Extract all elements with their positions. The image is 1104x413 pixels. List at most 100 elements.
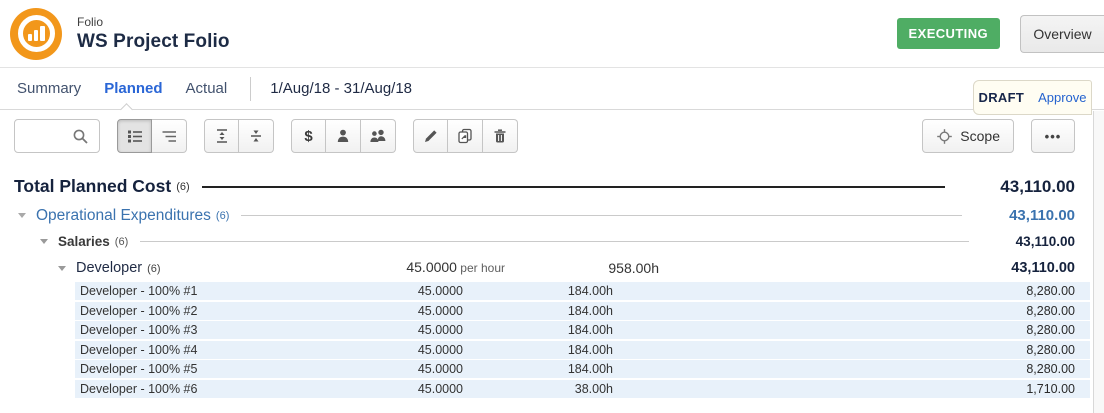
row-rate: 45.0000 — [375, 343, 463, 357]
table-row-developer-1[interactable]: Developer - 100% #1 45.0000 184.00h 8,28… — [75, 282, 1090, 300]
person-icon — [335, 128, 351, 144]
folio-planned-page: Folio WS Project Folio EXECUTING Overvie… — [0, 0, 1104, 413]
date-range[interactable]: 1/Aug/18 - 31/Aug/18 — [270, 80, 412, 97]
collapse-all-icon — [248, 128, 264, 144]
add-person-button[interactable] — [326, 119, 361, 153]
folio-logo-icon — [10, 8, 62, 60]
row-rate: 45.0000 — [406, 259, 457, 275]
row-label: Developer - 100% #4 — [80, 343, 375, 357]
more-actions-button[interactable]: ••• — [1031, 119, 1075, 153]
add-expense-button[interactable]: $ — [291, 119, 326, 153]
row-label: Developer - 100% #3 — [80, 323, 375, 337]
row-hours: 184.00h — [463, 323, 613, 337]
view-mode-group — [117, 119, 187, 153]
table-row-developer-3[interactable]: Developer - 100% #3 45.0000 184.00h 8,28… — [75, 321, 1090, 339]
table-row-developer-2[interactable]: Developer - 100% #2 45.0000 184.00h 8,28… — [75, 302, 1090, 320]
row-label: Developer(6) — [76, 260, 328, 276]
row-total: 8,280.00 — [613, 323, 1075, 337]
tab-summary[interactable]: Summary — [17, 80, 81, 97]
add-items-group: $ — [291, 119, 396, 153]
row-rule-line — [202, 186, 946, 188]
target-icon — [936, 128, 953, 145]
toolbar-right: Scope ••• — [922, 119, 1075, 153]
draft-label: DRAFT — [979, 90, 1025, 105]
toolbar: $ — [0, 110, 1093, 162]
row-rate-suffix: per hour — [457, 261, 505, 275]
table-row-salaries[interactable]: Salaries (6) 43,110.00 — [0, 229, 1093, 254]
header: Folio WS Project Folio EXECUTING Overvie… — [0, 0, 1104, 68]
row-rate-group: 45.0000 per hour — [328, 259, 505, 277]
collapse-expander-icon[interactable] — [18, 213, 26, 218]
row-rate: 45.0000 — [375, 304, 463, 318]
collapse-expander-icon[interactable] — [40, 239, 48, 244]
title-block: Folio WS Project Folio — [77, 15, 230, 53]
trash-icon — [492, 128, 508, 144]
row-count: (6) — [115, 236, 128, 248]
delete-button[interactable] — [483, 119, 518, 153]
row-hours: 184.00h — [463, 343, 613, 357]
add-people-button[interactable] — [361, 119, 396, 153]
flat-list-button[interactable] — [152, 119, 187, 153]
app-label: Folio — [77, 15, 230, 29]
edit-group — [413, 119, 518, 153]
row-label: Developer - 100% #6 — [80, 382, 375, 396]
row-label: Salaries — [58, 234, 110, 249]
clone-button[interactable] — [448, 119, 483, 153]
ellipsis-icon: ••• — [1045, 129, 1062, 144]
table-row-total-planned-cost[interactable]: Total Planned Cost (6) 43,110.00 — [0, 171, 1093, 202]
search-icon — [72, 128, 89, 145]
row-hours: 184.00h — [463, 304, 613, 318]
expand-all-icon — [214, 128, 230, 144]
vertical-scrollbar[interactable] — [1093, 111, 1104, 413]
tab-actual[interactable]: Actual — [186, 80, 228, 97]
row-total: 43,110.00 — [1016, 234, 1075, 249]
table-row-developer-6[interactable]: Developer - 100% #6 45.0000 38.00h 1,710… — [75, 380, 1090, 398]
expand-all-button[interactable] — [204, 119, 239, 153]
page-title: WS Project Folio — [77, 31, 230, 53]
row-count: (6) — [216, 210, 229, 222]
edit-button[interactable] — [413, 119, 448, 153]
planned-cost-table: Total Planned Cost (6) 43,110.00 Operati… — [0, 171, 1093, 398]
row-hours: 184.00h — [463, 362, 613, 376]
row-total: 43,110.00 — [1009, 207, 1075, 224]
table-row-operational-expenditures[interactable]: Operational Expenditures (6) 43,110.00 — [0, 202, 1093, 229]
list-flat-icon — [161, 128, 177, 144]
status-badge: EXECUTING — [897, 18, 1000, 49]
row-rate: 45.0000 — [375, 362, 463, 376]
row-count: (6) — [176, 181, 189, 193]
row-total: 8,280.00 — [613, 304, 1075, 318]
row-rate: 45.0000 — [375, 284, 463, 298]
grouped-list-button[interactable] — [117, 119, 152, 153]
row-label: Total Planned Cost — [14, 176, 171, 197]
table-row-developer[interactable]: Developer(6) 45.0000 per hour 958.00h 43… — [0, 254, 1093, 282]
row-hours: 184.00h — [463, 284, 613, 298]
table-row-developer-4[interactable]: Developer - 100% #4 45.0000 184.00h 8,28… — [75, 341, 1090, 359]
row-rate: 45.0000 — [375, 382, 463, 396]
row-label: Developer - 100% #1 — [80, 284, 375, 298]
scope-button[interactable]: Scope — [922, 119, 1014, 153]
tab-divider — [250, 77, 251, 101]
row-total: 8,280.00 — [613, 343, 1075, 357]
tab-bar: Summary Planned Actual 1/Aug/18 - 31/Aug… — [0, 68, 1104, 110]
overview-button[interactable]: Overview — [1020, 15, 1104, 53]
table-row-developer-5[interactable]: Developer - 100% #5 45.0000 184.00h 8,28… — [75, 360, 1090, 378]
row-rule-line — [241, 215, 962, 216]
row-total: 43,110.00 — [659, 260, 1075, 276]
row-hours: 958.00h — [505, 260, 659, 276]
approve-link[interactable]: Approve — [1038, 90, 1086, 105]
row-label: Operational Expenditures — [36, 207, 211, 225]
scope-button-label: Scope — [960, 128, 1000, 144]
row-label: Developer - 100% #2 — [80, 304, 375, 318]
tab-planned[interactable]: Planned — [104, 80, 162, 97]
list-grouped-icon — [127, 128, 143, 144]
collapse-expander-icon[interactable] — [58, 266, 66, 271]
row-label: Developer - 100% #5 — [80, 362, 375, 376]
row-rule-line — [140, 241, 968, 242]
row-count: (6) — [147, 263, 160, 275]
row-hours: 38.00h — [463, 382, 613, 396]
search-input[interactable] — [14, 119, 100, 153]
row-total: 8,280.00 — [613, 362, 1075, 376]
row-total: 1,710.00 — [613, 382, 1075, 396]
money-icon: $ — [304, 128, 312, 145]
collapse-all-button[interactable] — [239, 119, 274, 153]
